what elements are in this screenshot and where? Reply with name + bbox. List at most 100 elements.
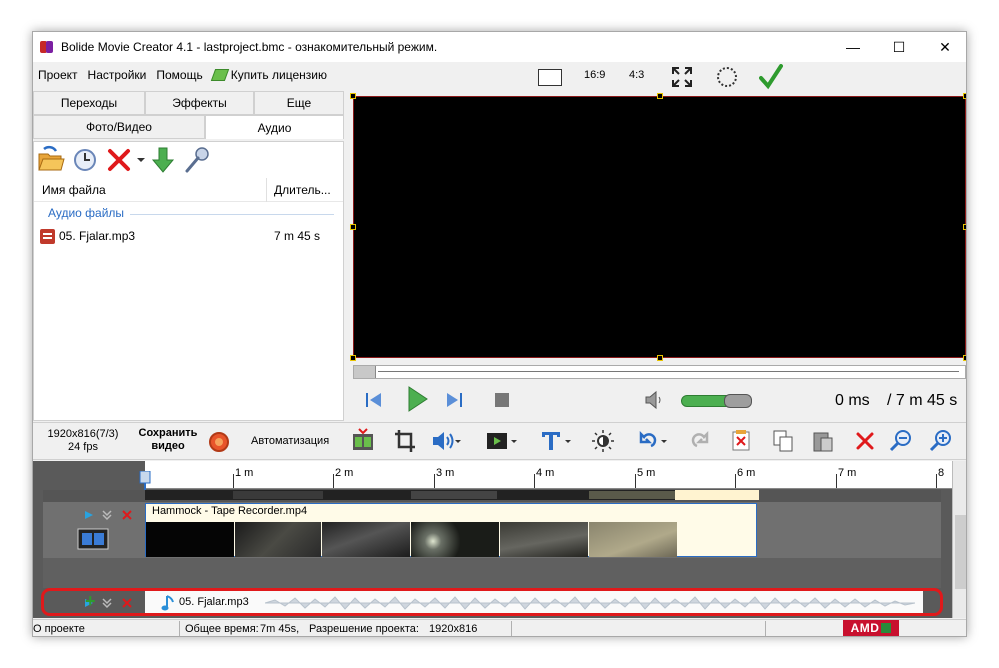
total-time-label: Общее время: [185,623,259,635]
ruler-label: 1 m [235,467,254,479]
cut-icon[interactable] [729,428,753,454]
save-video-button[interactable]: Сохранить видео [131,427,205,453]
preview-canvas[interactable] [350,93,966,361]
clip-thumbnail [235,522,321,557]
minimize-button[interactable]: — [830,32,876,62]
tab-transitions[interactable]: Переходы [33,91,145,115]
volume-thumb[interactable] [724,394,752,408]
menu-help[interactable]: Помощь [151,68,207,82]
audio-file-list: Имя файла Длитель... Аудио файлы 05. Fja… [33,141,344,421]
tab-effects[interactable]: Эффекты [145,91,254,115]
ruler-label: 8 [938,467,945,479]
seek-thumb[interactable] [354,366,376,378]
zoom-in-icon[interactable] [929,428,953,454]
ruler-label: 5 m [637,467,656,479]
volume-slider[interactable] [681,394,752,408]
text-icon[interactable] [539,428,573,454]
video-clip[interactable]: Hammock - Tape Recorder.mp4 [145,503,757,557]
remove-x-icon[interactable] [853,428,877,454]
undo-icon[interactable] [635,428,669,454]
maximize-button[interactable]: ☐ [876,32,922,62]
license-icon [210,69,229,81]
microphone-icon[interactable] [182,145,212,175]
tab-photo-video[interactable]: Фото/Видео [33,115,205,139]
app-window: Bolide Movie Creator 4.1 - lastproject.b… [32,31,967,637]
window-title: Bolide Movie Creator 4.1 - lastproject.b… [61,40,438,54]
menu-bar: Проект Настройки Помощь Купить лицензию [33,64,332,86]
preview-panel: 0 ms / 7 m 45 s [350,91,966,421]
fit-to-frame-icon[interactable] [671,66,693,88]
video-effects-icon[interactable] [485,428,519,454]
column-file-name[interactable]: Имя файла [42,183,106,197]
aspect-4-3-button[interactable]: 4:3 [629,69,644,81]
file-duration: 7 m 45 s [274,229,321,243]
automation-button[interactable]: Автоматизация [251,435,329,447]
crop-circle-icon[interactable] [717,67,737,87]
playhead-marker[interactable] [139,471,151,491]
zoom-out-icon[interactable] [889,428,913,454]
seek-slider[interactable] [353,365,966,379]
paste-icon[interactable] [811,428,835,454]
timeline[interactable]: 1 m 2 m 3 m 4 m 5 m 6 m 7 m 8 Hammock - … [33,461,966,636]
project-resolution[interactable]: 1920x816(7/3) 24 fps [45,428,121,454]
menu-project[interactable]: Проект [33,68,83,82]
stop-icon[interactable] [491,389,513,411]
track-visibility-icon[interactable] [83,509,95,521]
clip-thumbnail [500,522,588,557]
ruler-label: 6 m [737,467,756,479]
menu-buy-license-label: Купить лицензию [230,68,327,82]
aspect-free-button[interactable] [538,69,562,86]
file-list-header: Имя файла Длитель... [34,178,343,202]
about-project-link[interactable]: О проекте [33,623,85,635]
add-track-icon[interactable]: + [85,591,96,612]
tab-audio[interactable]: Аудио [205,115,344,139]
ruler-label: 2 m [335,467,354,479]
project-resolution-label: Разрешение проекта: [309,623,419,635]
open-folder-icon[interactable] [36,145,66,175]
apply-check-icon[interactable] [759,64,783,90]
delete-x-icon[interactable] [104,145,134,175]
chevron-down-icon[interactable] [136,145,146,175]
clip-thumbnail [322,522,410,557]
copy-icon[interactable] [771,428,795,454]
crop-icon[interactable] [393,428,417,454]
ruler-label: 3 m [436,467,455,479]
add-down-arrow-icon[interactable] [148,145,178,175]
video-clip-name: Hammock - Tape Recorder.mp4 [152,505,308,517]
tab-more[interactable]: Еще [254,91,344,115]
play-icon[interactable] [405,385,429,413]
track-delete-icon[interactable] [121,509,133,521]
speaker-icon[interactable] [643,389,665,411]
total-time-value: 7m 45s, [260,623,300,635]
audio-file-icon [40,228,55,244]
redo-icon[interactable] [689,428,713,454]
clip-thumbnail [146,522,234,557]
list-item[interactable]: 05. Fjalar.mp3 7 m 45 s [40,226,340,246]
step-back-icon[interactable] [363,389,385,411]
brightness-icon[interactable] [591,428,615,454]
close-button[interactable]: ✕ [922,32,966,62]
app-logo-icon [40,40,56,54]
ruler-label: 4 m [536,467,555,479]
menu-settings[interactable]: Настройки [83,68,152,82]
record-icon[interactable] [209,432,229,452]
time-ruler[interactable]: 1 m 2 m 3 m 4 m 5 m 6 m 7 m 8 [145,461,952,489]
video-overview-strip [145,490,759,500]
title-bar: Bolide Movie Creator 4.1 - lastproject.b… [33,32,966,62]
split-clip-icon[interactable] [351,428,375,454]
clip-thumbnail [411,522,499,557]
column-duration[interactable]: Длитель... [274,183,331,197]
current-time: 0 ms [835,392,870,409]
menu-buy-license[interactable]: Купить лицензию [208,68,332,82]
step-forward-icon[interactable] [443,389,465,411]
project-resolution-value: 1920x816 [429,623,478,635]
timeline-vertical-scrollbar[interactable] [952,461,966,618]
status-bar [33,619,966,636]
media-panel: Переходы Эффекты Еще Фото/Видео Аудио Им… [33,91,346,421]
recent-clock-icon[interactable] [70,145,100,175]
audio-volume-icon[interactable] [431,428,461,454]
track-collapse-icon[interactable] [101,509,113,521]
total-time: / 7 m 45 s [887,392,958,409]
aspect-16-9-button[interactable]: 16:9 [584,69,605,81]
amd-logo: AMD [843,620,899,636]
